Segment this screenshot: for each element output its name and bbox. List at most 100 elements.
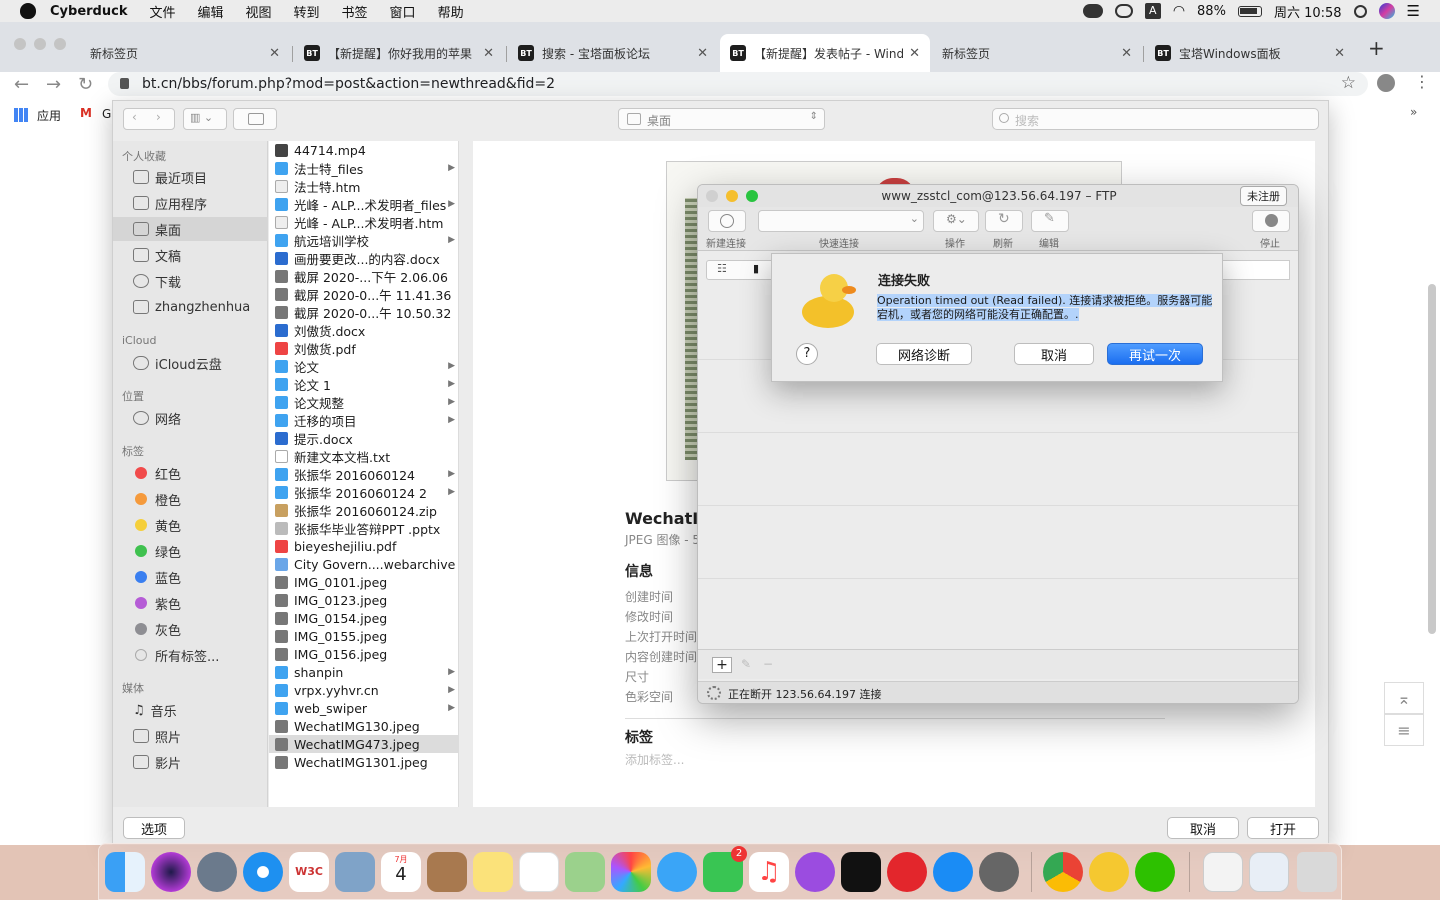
sidebar-item-applications[interactable]: 应用程序 — [113, 191, 268, 215]
sidebar-item-desktop[interactable]: 桌面 — [113, 217, 268, 241]
tab-search[interactable]: BT 搜索 - 宝塔面板论坛 ✕ — [508, 34, 718, 72]
tab-new-1[interactable]: 新标签页 ✕ — [80, 34, 290, 72]
network-diagnose-button[interactable]: 网络诊断 — [876, 343, 972, 365]
outline-button[interactable]: ≡ — [1384, 714, 1424, 746]
file-list-item[interactable]: 截屏 2020-0...午 10.50.32 — [269, 303, 459, 321]
safari-icon[interactable] — [243, 852, 283, 892]
bookmark-apps[interactable]: 应用 — [37, 107, 61, 124]
refresh-button[interactable]: ↻ — [985, 210, 1023, 232]
wechat-status-icon[interactable] — [1082, 4, 1103, 18]
messages-icon[interactable] — [657, 852, 697, 892]
sidebar-item-downloads[interactable]: 下载 — [113, 269, 268, 293]
file-list-item[interactable]: IMG_0123.jpeg — [269, 591, 459, 609]
open-button[interactable]: 打开 — [1247, 817, 1319, 839]
menu-help[interactable]: 帮助 — [438, 2, 464, 21]
wifi-icon[interactable]: ◠ — [1173, 3, 1185, 19]
w3cschool-icon[interactable]: W3C — [289, 852, 329, 892]
menu-icon[interactable]: ⋮ — [1414, 72, 1430, 91]
file-list-item[interactable]: WechatIMG473.jpeg — [269, 735, 459, 753]
back-to-top-button[interactable]: ⌅ — [1384, 682, 1424, 714]
chevron-right-icon[interactable]: › — [156, 110, 161, 124]
contacts-icon[interactable] — [427, 852, 467, 892]
siri-icon[interactable] — [1378, 3, 1395, 19]
add-tags-field[interactable]: 添加标签... — [625, 751, 684, 768]
netease-music-icon[interactable] — [887, 852, 927, 892]
menu-edit[interactable]: 编辑 — [197, 2, 223, 21]
clock[interactable]: 周六 10:58 — [1274, 2, 1342, 21]
finder-icon[interactable] — [105, 852, 145, 892]
creative-cloud-icon[interactable] — [1114, 4, 1133, 18]
pdf-stack-icon[interactable] — [1203, 852, 1243, 892]
spotlight-icon[interactable] — [1353, 4, 1367, 18]
sidebar-item-network[interactable]: 网络 — [113, 406, 268, 430]
location-popup[interactable]: 桌面 ⇕ — [618, 108, 825, 130]
sidebar-item-tag[interactable]: 红色 — [113, 461, 268, 485]
new-folder-button[interactable] — [233, 108, 277, 130]
add-bookmark-button[interactable]: + — [712, 657, 732, 673]
file-list-item[interactable]: 张振华 2016060124 2 ▶ — [269, 483, 459, 501]
new-tab-icon[interactable]: + — [1368, 36, 1385, 60]
window-zoom-button[interactable] — [54, 38, 66, 50]
file-list-item[interactable]: 新建文本文档.txt — [269, 447, 459, 465]
sidebar-item-tag[interactable]: 灰色 — [113, 617, 268, 641]
trash-icon[interactable] — [1297, 852, 1337, 892]
notification-center-icon[interactable]: ☰ — [1407, 2, 1420, 20]
file-list-item[interactable]: IMG_0154.jpeg — [269, 609, 459, 627]
photos-icon[interactable] — [611, 852, 651, 892]
url-text[interactable]: bt.cn/bbs/forum.php?mod=post&action=newt… — [142, 76, 555, 92]
file-list-item[interactable]: City Govern....webarchive — [269, 555, 459, 573]
close-icon[interactable]: ✕ — [269, 46, 280, 61]
sidebar-item-tag[interactable]: 黄色 — [113, 513, 268, 537]
bookmarks-overflow-icon[interactable]: » — [1410, 105, 1417, 119]
podcasts-icon[interactable] — [795, 852, 835, 892]
lock-icon[interactable] — [120, 78, 129, 89]
file-list-item[interactable]: 提示.docx — [269, 429, 459, 447]
sidebar-item-music[interactable]: ♫ 音乐 — [113, 698, 268, 722]
file-list-item[interactable]: IMG_0156.jpeg — [269, 645, 459, 663]
facetime-icon[interactable]: 2 — [703, 846, 747, 892]
gmail-icon[interactable]: M — [80, 106, 92, 120]
file-list-item[interactable]: 法士特_files ▶ — [269, 159, 459, 177]
music-icon[interactable]: ♫ — [749, 852, 789, 892]
cyberduck-dock-icon[interactable] — [1089, 852, 1129, 892]
profile-icon[interactable] — [1377, 74, 1395, 92]
edit-button[interactable]: ✎ — [1031, 210, 1069, 232]
help-button[interactable]: ? — [796, 343, 818, 365]
file-list-item[interactable]: IMG_0155.jpeg — [269, 627, 459, 645]
stop-button[interactable] — [1252, 210, 1290, 232]
file-list-item[interactable]: 光峰 - ALP...术发明者_files ▶ — [269, 195, 459, 213]
menu-file[interactable]: 文件 — [149, 2, 175, 21]
tab-bt-windows[interactable]: BT 宝塔Windows面板 ✕ — [1145, 34, 1355, 72]
star-icon[interactable]: ☆ — [1341, 73, 1356, 93]
close-icon[interactable]: ✕ — [1121, 46, 1132, 61]
app-store-icon[interactable] — [933, 852, 973, 892]
apple-tv-icon[interactable] — [841, 852, 881, 892]
system-preferences-icon[interactable] — [979, 852, 1019, 892]
siri-app-icon[interactable] — [151, 852, 191, 892]
wechat-icon[interactable] — [1135, 852, 1175, 892]
options-button[interactable]: 选项 — [123, 817, 185, 839]
close-icon[interactable]: ✕ — [697, 46, 708, 61]
close-icon[interactable]: ✕ — [909, 46, 920, 61]
reload-icon[interactable]: ↻ — [78, 74, 93, 95]
file-list-item[interactable]: shanpin ▶ — [269, 663, 459, 681]
file-list-item[interactable]: 44714.mp4 — [269, 141, 459, 159]
file-list-item[interactable]: bieyeshejiliu.pdf — [269, 537, 459, 555]
file-list-item[interactable]: 刘傲货.pdf — [269, 339, 459, 357]
file-list-item[interactable]: IMG_0101.jpeg — [269, 573, 459, 591]
sidebar-item-movies[interactable]: 影片 — [113, 750, 268, 774]
file-list-item[interactable]: 论文 ▶ — [269, 357, 459, 375]
file-list-item[interactable]: 画册要更改...的内容.docx — [269, 249, 459, 267]
path-field[interactable] — [1218, 260, 1290, 280]
file-list-item[interactable]: web_swiper ▶ — [269, 699, 459, 717]
calendar-icon[interactable]: 7月 4 — [381, 852, 421, 892]
forward-icon[interactable]: → — [46, 74, 61, 95]
close-icon[interactable]: ✕ — [1334, 46, 1345, 61]
apps-grid-icon[interactable] — [14, 108, 28, 122]
file-list-item[interactable]: 论文规整 ▶ — [269, 393, 459, 411]
window-close-button[interactable] — [14, 38, 26, 50]
cancel-button[interactable]: 取消 — [1167, 817, 1239, 839]
sidebar-item-tag[interactable]: 所有标签... — [113, 643, 268, 667]
notes-icon[interactable] — [473, 852, 513, 892]
file-list-item[interactable]: 截屏 2020-...下午 2.06.06 — [269, 267, 459, 285]
